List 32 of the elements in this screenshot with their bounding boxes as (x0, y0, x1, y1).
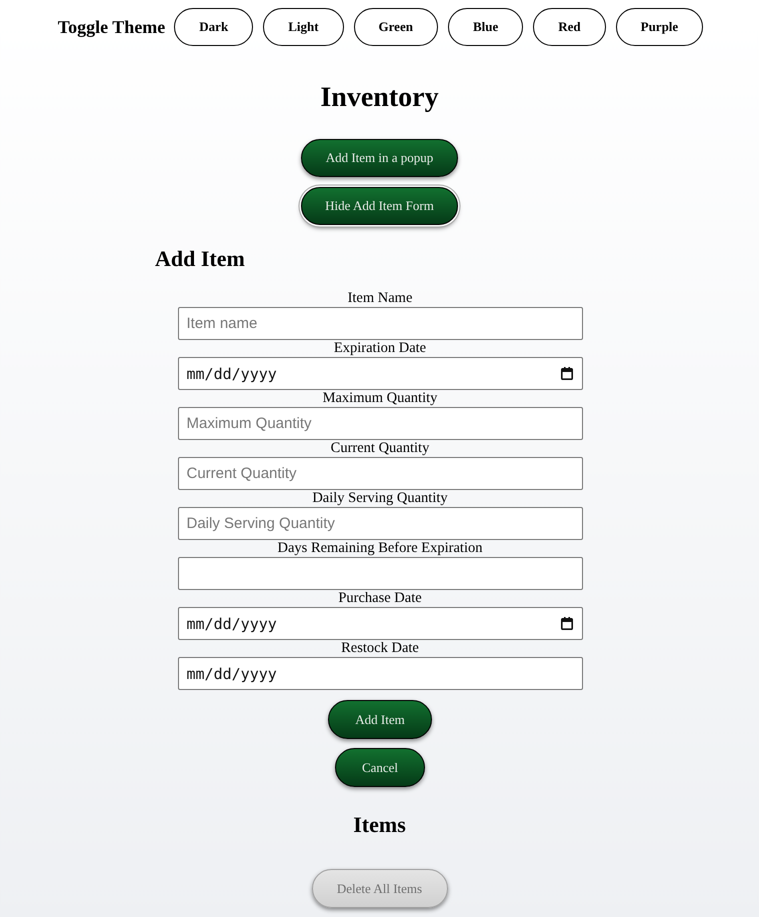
field-label: Item Name (348, 290, 412, 307)
field-label: Current Quantity (330, 440, 430, 457)
theme-label: Toggle Theme (58, 16, 166, 38)
form-button[interactable]: Add Item (328, 700, 432, 739)
input-field[interactable]: Item name (178, 307, 582, 340)
field-label: Purchase Date (338, 590, 422, 607)
section-heading: Items (352, 812, 407, 838)
theme-button[interactable]: Red (533, 8, 606, 46)
input-field[interactable] (178, 557, 582, 590)
field-label: Expiration Date (334, 340, 426, 357)
field-label: Daily Serving Quantity (312, 490, 448, 507)
theme-button[interactable]: Blue (448, 8, 524, 46)
form-button[interactable]: Cancel (334, 748, 426, 787)
input-field[interactable]: Current Quantity (178, 457, 582, 490)
theme-button[interactable]: Light (263, 8, 344, 46)
action-button[interactable]: Add Item in a popup (301, 139, 458, 177)
section-heading: Add Item (155, 246, 246, 272)
theme-button[interactable]: Purple (616, 8, 704, 46)
calendar-icon[interactable] (560, 367, 572, 380)
input-field[interactable]: Daily Serving Quantity (178, 507, 582, 540)
field-label: Days Remaining Before Expiration (278, 540, 482, 557)
field-label: Restock Date (341, 640, 419, 657)
page-title: Inventory (319, 82, 440, 114)
date-field[interactable]: mm/dd/yyyy (178, 607, 582, 640)
field-label: Maximum Quantity (322, 390, 438, 407)
calendar-icon[interactable] (560, 617, 572, 630)
theme-button[interactable]: Dark (174, 8, 254, 46)
action-button[interactable]: Hide Add Item Form (301, 187, 458, 225)
date-field[interactable]: mm/dd/yyyy (178, 657, 582, 690)
input-field[interactable]: Maximum Quantity (178, 407, 582, 440)
date-field[interactable]: mm/dd/yyyy (178, 357, 582, 390)
theme-button[interactable]: Green (354, 8, 438, 46)
